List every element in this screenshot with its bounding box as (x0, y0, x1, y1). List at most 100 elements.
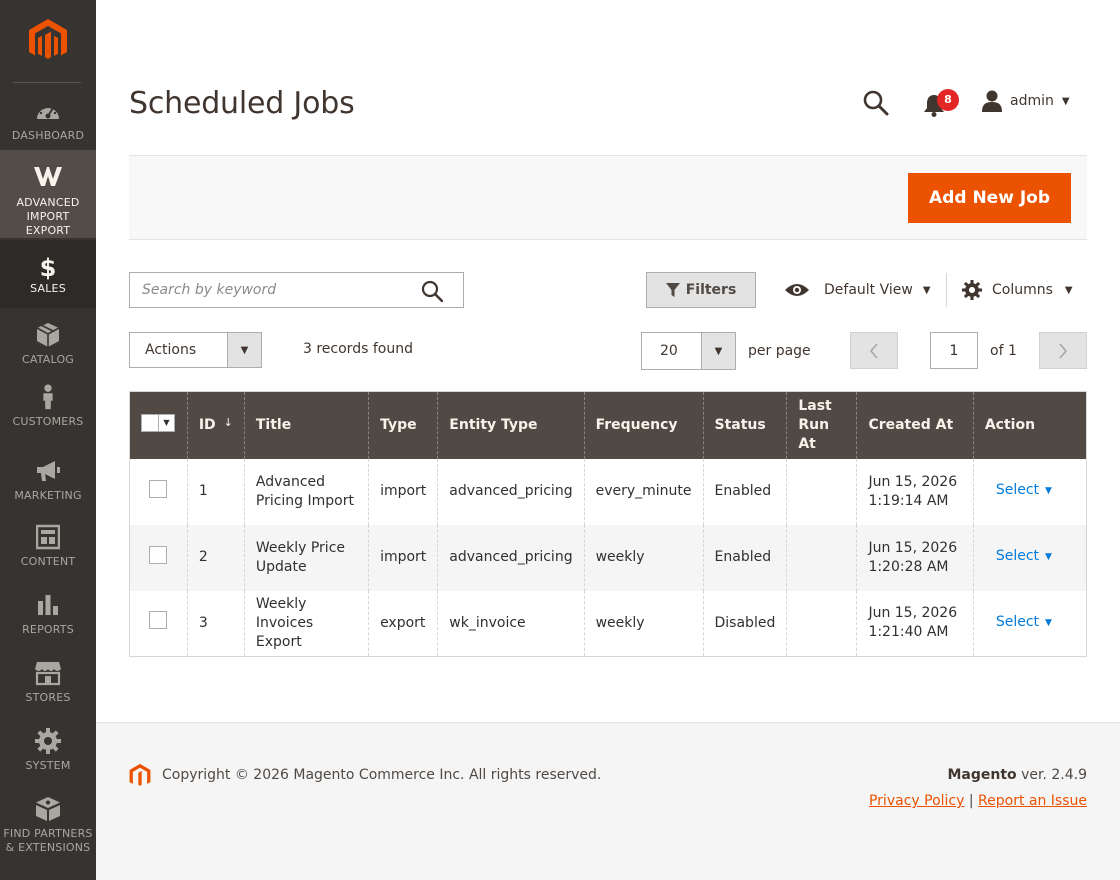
funnel-icon (665, 283, 680, 297)
sidebar-item-customers[interactable]: CUSTOMERS (0, 384, 96, 436)
view-label: Default View (824, 282, 913, 298)
chevron-right-icon (1059, 342, 1068, 359)
privacy-policy-link[interactable]: Privacy Policy (869, 793, 964, 809)
columns-selector[interactable]: Columns ▼ (962, 276, 1073, 304)
view-selector[interactable]: Default View ▼ (784, 276, 931, 304)
sidebar-label: MARKETING (14, 489, 82, 502)
cell-type: import (368, 524, 438, 591)
per-page-dropdown[interactable]: 20 ▼ (641, 332, 736, 370)
admin-sidebar: DASHBOARD ADVANCED IMPORT EXPORT $ SALES… (0, 0, 96, 880)
cell-created-at: Jun 15, 2026 1:20:28 AM (856, 524, 974, 591)
notifications-count-badge[interactable]: 8 (937, 89, 959, 111)
page-actions-bar: Add New Job (129, 155, 1087, 240)
per-page-label: per page (748, 343, 811, 359)
sidebar-label: CUSTOMERS (12, 415, 84, 428)
cell-last-run-at (786, 590, 857, 657)
footer-links: Privacy Policy | Report an Issue (869, 793, 1087, 809)
current-page-input[interactable] (930, 332, 978, 369)
keyword-search-input[interactable] (130, 273, 410, 307)
sidebar-item-content[interactable]: CONTENT (0, 524, 96, 576)
column-header-last-run-at[interactable]: Last Run At (786, 391, 857, 459)
mass-actions-dropdown[interactable]: Actions ▼ (129, 332, 262, 368)
magento-logo-link[interactable] (0, 0, 96, 82)
eye-icon (785, 284, 809, 296)
page-footer: Copyright © 2026 Magento Commerce Inc. A… (96, 722, 1120, 880)
search-icon[interactable] (421, 280, 443, 302)
filters-label: Filters (685, 282, 737, 298)
chevron-left-icon (869, 342, 878, 359)
dollar-icon: $ (40, 254, 57, 280)
chevron-down-icon: ▼ (227, 333, 261, 367)
grid-header-row: ▼ ID ↓ Title Type Entity Type Frequency S… (129, 391, 1087, 459)
next-page-button[interactable] (1039, 332, 1087, 369)
cell-frequency: weekly (583, 524, 704, 591)
total-pages-label: of 1 (990, 343, 1017, 359)
cell-title: Weekly Invoices Export (243, 590, 369, 657)
admin-user-menu[interactable]: admin ▼ (982, 89, 1070, 113)
row-checkbox[interactable] (149, 611, 167, 630)
column-header-created-at[interactable]: Created At (856, 391, 974, 459)
gear-icon (35, 728, 61, 754)
row-checkbox[interactable] (149, 545, 167, 564)
global-search-button[interactable] (862, 89, 890, 117)
sidebar-item-dashboard[interactable]: DASHBOARD (0, 98, 96, 150)
column-header-title[interactable]: Title (243, 391, 369, 459)
cell-id: 1 (186, 458, 245, 525)
chevron-down-icon: ▼ (1061, 95, 1070, 107)
sidebar-item-marketing[interactable]: MARKETING (0, 458, 96, 510)
customer-person-icon (43, 384, 53, 410)
cell-type: import (368, 458, 438, 525)
row-action-select[interactable]: Select ▼ (996, 482, 1052, 498)
column-header-type[interactable]: Type (368, 391, 438, 459)
sidebar-label: DASHBOARD (11, 129, 85, 142)
keyword-search-box (129, 272, 464, 308)
cell-id: 2 (186, 524, 245, 591)
column-header-entity-type[interactable]: Entity Type (437, 391, 585, 459)
chevron-down-icon: ▼ (922, 284, 931, 296)
report-issue-link[interactable]: Report an Issue (978, 793, 1087, 809)
scheduled-jobs-grid: ▼ ID ↓ Title Type Entity Type Frequency S… (129, 391, 1087, 657)
cell-status: Enabled (702, 524, 787, 591)
sidebar-item-advanced-import-export[interactable]: ADVANCED IMPORT EXPORT (0, 150, 96, 238)
mass-select-checkbox[interactable]: ▼ (141, 413, 175, 432)
row-action-select[interactable]: Select ▼ (996, 548, 1052, 564)
mass-select-header: ▼ (129, 391, 188, 459)
cell-title: Advanced Pricing Import (243, 458, 369, 525)
dashboard-icon (37, 104, 59, 119)
row-checkbox[interactable] (149, 479, 167, 498)
cell-title: Weekly Price Update (243, 524, 369, 591)
extensions-box-icon (36, 797, 60, 821)
content-layout-icon (36, 524, 60, 550)
sidebar-item-catalog[interactable]: CATALOG (0, 322, 96, 374)
cell-action: Select ▼ (972, 590, 1087, 657)
magento-logo-icon (29, 19, 67, 59)
sidebar-label: CATALOG (21, 353, 75, 366)
column-header-id[interactable]: ID ↓ (186, 391, 245, 459)
filters-button[interactable]: Filters (646, 272, 756, 308)
row-select-cell (129, 524, 188, 591)
chevron-down-icon: ▼ (1045, 617, 1052, 628)
sidebar-item-sales[interactable]: $ SALES (0, 240, 96, 308)
row-select-cell (129, 590, 188, 657)
cell-type: export (368, 590, 438, 657)
per-page-value: 20 (660, 343, 678, 359)
add-new-job-button[interactable]: Add New Job (908, 173, 1071, 223)
sidebar-item-find-partners[interactable]: FIND PARTNERS & EXTENSIONS (0, 796, 96, 856)
chevron-down-icon[interactable]: ▼ (158, 414, 174, 431)
sidebar-divider (13, 82, 81, 83)
table-row: 2 Weekly Price Update import advanced_pr… (129, 524, 1087, 591)
sidebar-item-reports[interactable]: REPORTS (0, 592, 96, 644)
store-icon (35, 662, 61, 686)
version-number: ver. 2.4.9 (1016, 767, 1087, 783)
sidebar-label: SALES (30, 282, 66, 295)
sidebar-item-stores[interactable]: STORES (0, 660, 96, 712)
table-row: 1 Advanced Pricing Import import advance… (129, 458, 1087, 525)
previous-page-button[interactable] (850, 332, 898, 369)
columns-label: Columns (992, 282, 1053, 298)
mass-select-box[interactable] (142, 415, 158, 431)
column-header-status[interactable]: Status (702, 391, 787, 459)
sidebar-item-system[interactable]: SYSTEM (0, 728, 96, 780)
row-action-label: Select (995, 548, 1040, 564)
column-header-frequency[interactable]: Frequency (583, 391, 704, 459)
row-action-select[interactable]: Select ▼ (996, 614, 1052, 630)
